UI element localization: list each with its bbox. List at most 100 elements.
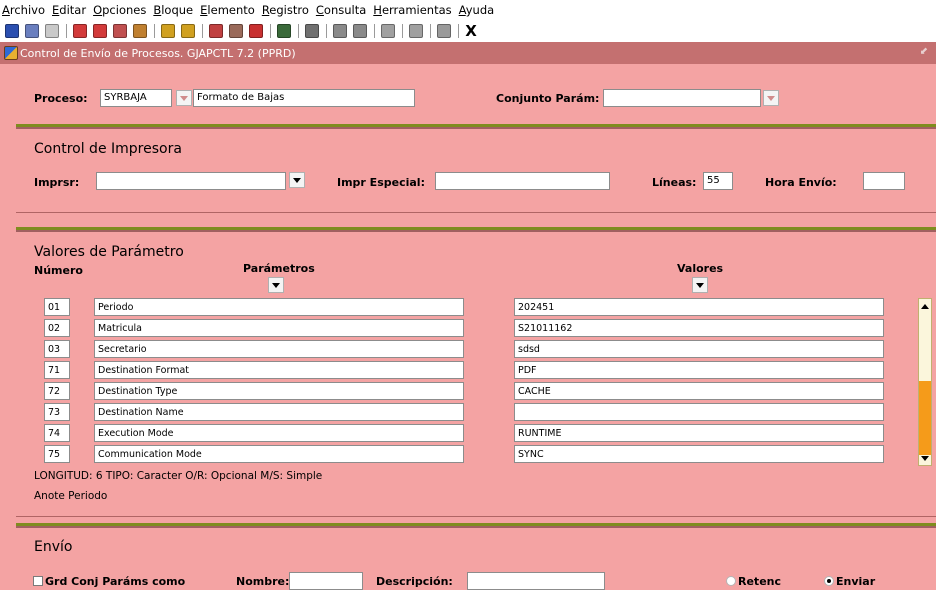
proceso-label: Proceso:: [34, 92, 88, 105]
descripcion-label: Descripción:: [376, 575, 453, 588]
param-info-line: LONGITUD: 6 TIPO: Caracter O/R: Opcional…: [34, 470, 323, 482]
menu-item-archivo[interactable]: Archivo: [2, 3, 45, 17]
toolbar-separator: [430, 24, 431, 38]
param-value-input[interactable]: PDF: [514, 361, 884, 379]
menu-item-opciones[interactable]: Opciones: [93, 3, 146, 17]
parametros-dropdown-button[interactable]: [268, 277, 284, 293]
scroll-thumb[interactable]: [919, 381, 931, 455]
conjunto-input[interactable]: [603, 89, 761, 107]
clear-block-button[interactable]: [112, 23, 128, 39]
proceso-dropdown-button[interactable]: [176, 90, 192, 106]
document-icon: [45, 24, 59, 38]
hora-envio-input[interactable]: [863, 172, 905, 190]
param-value-input[interactable]: SYNC: [514, 445, 884, 463]
param-value-input[interactable]: [514, 403, 884, 421]
print-setup-button[interactable]: [304, 23, 320, 39]
execute-query-button[interactable]: [180, 23, 196, 39]
menu-item-elemento[interactable]: Elemento: [200, 3, 255, 17]
block-border: [16, 516, 936, 517]
param-hint: Anote Periodo: [34, 490, 108, 502]
param-number-cell[interactable]: 71: [44, 361, 70, 379]
insert-record-button[interactable]: [208, 23, 224, 39]
param-number-cell[interactable]: 03: [44, 340, 70, 358]
print-setup-icon: [305, 24, 319, 38]
exit-button[interactable]: X: [464, 23, 478, 39]
param-name-cell[interactable]: Communication Mode: [94, 445, 464, 463]
lineas-input[interactable]: 55: [703, 172, 733, 190]
prev-block-button[interactable]: [72, 23, 88, 39]
toolbar-separator: [298, 24, 299, 38]
grd-conj-params-label: Grd Conj Paráms como: [45, 575, 186, 588]
menu-item-bloque[interactable]: Bloque: [153, 3, 193, 17]
app-icon: [4, 46, 18, 60]
export-word-button[interactable]: [352, 23, 368, 39]
param-value-input[interactable]: CACHE: [514, 382, 884, 400]
save-button[interactable]: [4, 23, 20, 39]
menu-item-registro[interactable]: Registro: [262, 3, 309, 17]
param-number-cell[interactable]: 02: [44, 319, 70, 337]
insert-record-icon: [209, 24, 223, 38]
scroll-up-icon[interactable]: [920, 301, 930, 311]
rollback-icon: [25, 24, 39, 38]
param-value-input[interactable]: 202451: [514, 298, 884, 316]
resize-icon[interactable]: ⬋: [920, 46, 928, 57]
block-separator: [16, 526, 936, 528]
scroll-down-icon[interactable]: [920, 454, 930, 464]
back-button[interactable]: [380, 23, 396, 39]
menu-item-consulta[interactable]: Consulta: [316, 3, 366, 17]
prev-block-icon: [73, 24, 87, 38]
grd-conj-params-checkbox[interactable]: [33, 576, 43, 586]
param-number-cell[interactable]: 74: [44, 424, 70, 442]
param-number-cell[interactable]: 75: [44, 445, 70, 463]
enviar-radio[interactable]: [824, 576, 834, 586]
param-name-cell[interactable]: Execution Mode: [94, 424, 464, 442]
menu-label-rest: rchivo: [9, 3, 45, 17]
retenc-radio[interactable]: [726, 576, 736, 586]
proceso-description: Formato de Bajas: [193, 89, 415, 107]
enter-query-button[interactable]: [160, 23, 176, 39]
param-value-input[interactable]: RUNTIME: [514, 424, 884, 442]
network-button[interactable]: [408, 23, 424, 39]
descripcion-input[interactable]: [467, 572, 605, 590]
back-icon: [381, 24, 395, 38]
valores-dropdown-button[interactable]: [692, 277, 708, 293]
impr-especial-input[interactable]: [435, 172, 610, 190]
param-name-cell[interactable]: Destination Format: [94, 361, 464, 379]
printer-section-title: Control de Impresora: [34, 141, 182, 157]
nombre-input[interactable]: [289, 572, 363, 590]
conjunto-dropdown-button[interactable]: [763, 90, 779, 106]
param-number-cell[interactable]: 73: [44, 403, 70, 421]
col-header-parametros: Parámetros: [243, 262, 315, 275]
export-word-icon: [353, 24, 367, 38]
param-name-cell[interactable]: Destination Name: [94, 403, 464, 421]
help-button[interactable]: [436, 23, 452, 39]
imprsr-dropdown-button[interactable]: [289, 172, 305, 188]
clear-form-button[interactable]: [132, 23, 148, 39]
menu-item-editar[interactable]: Editar: [52, 3, 86, 17]
param-name-cell[interactable]: Secretario: [94, 340, 464, 358]
param-value-input[interactable]: sdsd: [514, 340, 884, 358]
params-scrollbar[interactable]: [918, 298, 932, 466]
document-button[interactable]: [44, 23, 60, 39]
param-number-cell[interactable]: 01: [44, 298, 70, 316]
menu-item-ayuda[interactable]: Ayuda: [459, 3, 495, 17]
next-block-button[interactable]: [92, 23, 108, 39]
param-value-input[interactable]: S21011162: [514, 319, 884, 337]
param-name-cell[interactable]: Matricula: [94, 319, 464, 337]
export-excel-button[interactable]: [332, 23, 348, 39]
chevron-down-icon: [767, 95, 775, 101]
menu-item-herramientas[interactable]: Herramientas: [373, 3, 451, 17]
print-button[interactable]: [276, 23, 292, 39]
delete-record-button[interactable]: [228, 23, 244, 39]
menu-label-rest: pciones: [102, 3, 147, 17]
toolbar-separator: [402, 24, 403, 38]
remove-record-button[interactable]: [248, 23, 264, 39]
param-number-cell[interactable]: 72: [44, 382, 70, 400]
param-name-cell[interactable]: Periodo: [94, 298, 464, 316]
export-excel-icon: [333, 24, 347, 38]
proceso-input[interactable]: SYRBAJA: [100, 89, 172, 107]
toolbar-separator: [326, 24, 327, 38]
rollback-button[interactable]: [24, 23, 40, 39]
imprsr-input[interactable]: [96, 172, 286, 190]
param-name-cell[interactable]: Destination Type: [94, 382, 464, 400]
